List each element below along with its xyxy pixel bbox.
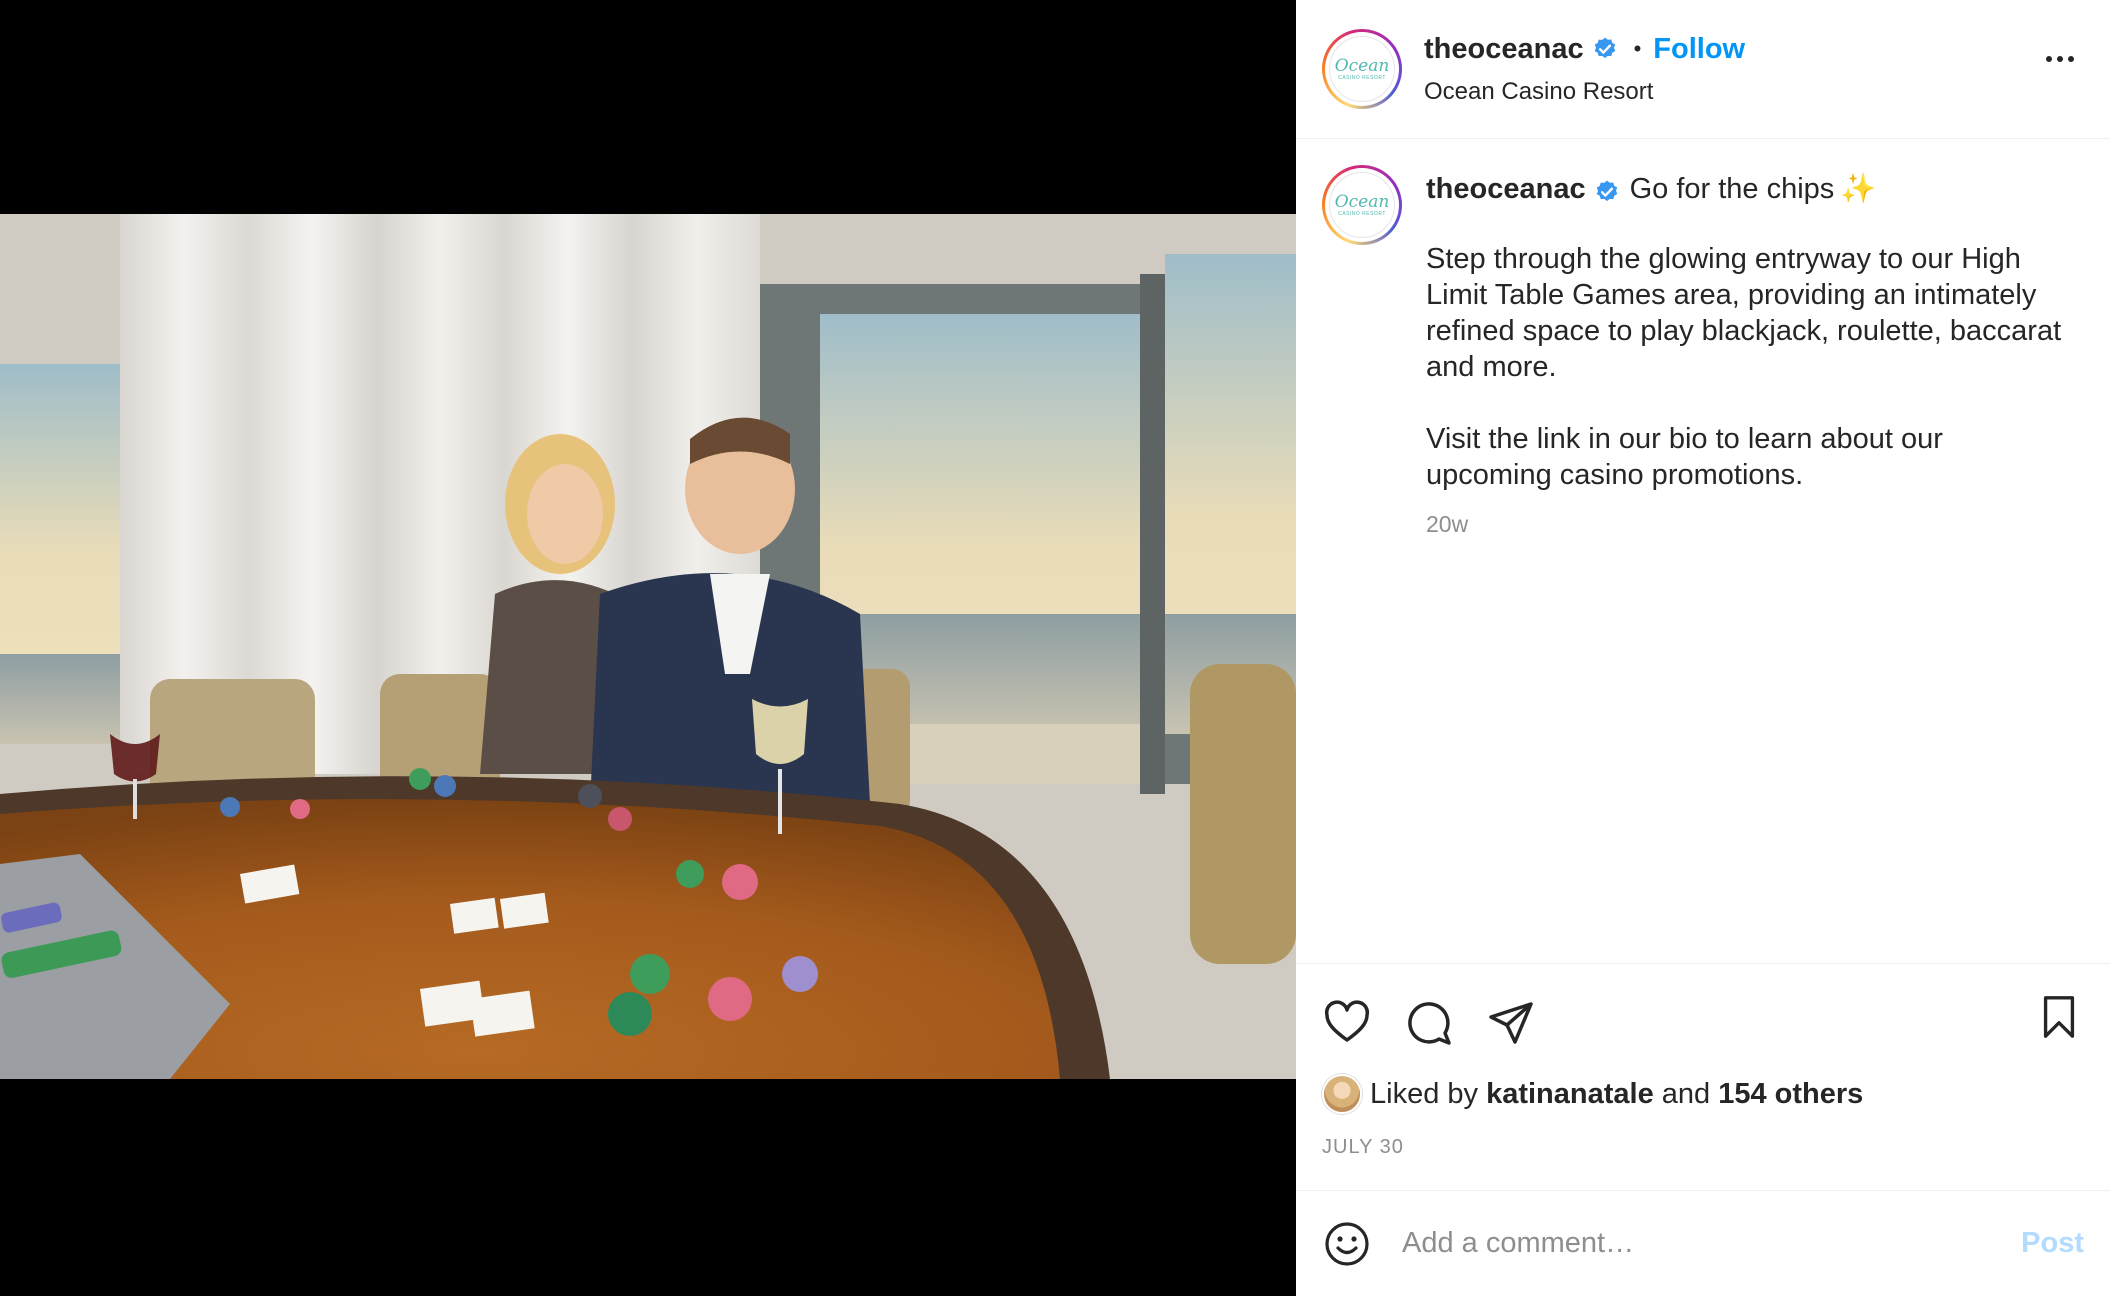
sparkle-emoji: ✨: [1840, 173, 1877, 205]
more-options-icon[interactable]: [2046, 56, 2074, 62]
ocean-logo: Ocean CASINO RESORT: [1329, 172, 1395, 238]
likes-prefix: Liked by: [1370, 1077, 1479, 1110]
post-media-area: [0, 0, 1296, 1296]
instagram-post-modal: Ocean CASINO RESORT theoceanac • Follow …: [0, 0, 2110, 1296]
post-header: Ocean CASINO RESORT theoceanac • Follow …: [1296, 0, 2110, 139]
logo-word: Ocean: [1334, 55, 1390, 76]
paper-plane-icon[interactable]: [1486, 998, 1536, 1048]
logo-word: Ocean: [1334, 191, 1390, 212]
comment-bubble-icon[interactable]: [1404, 998, 1454, 1048]
logo-subtitle: CASINO RESORT: [1338, 74, 1386, 81]
comment-input[interactable]: [1402, 1227, 2022, 1260]
liker-username[interactable]: katinanatale: [1486, 1078, 1654, 1111]
likes-others[interactable]: 154 others: [1718, 1078, 1863, 1111]
ocean-logo: Ocean CASINO RESORT: [1329, 36, 1395, 102]
separator-dot: •: [1633, 36, 1642, 61]
verified-badge-icon: [1594, 176, 1620, 202]
bookmark-icon[interactable]: [2034, 992, 2084, 1042]
caption-paragraph: Step through the glowing entryway to our…: [1426, 243, 2062, 383]
header-username[interactable]: theoceanac: [1424, 33, 1584, 66]
caption-body: theoceanac Go for the chips ✨ Step throu…: [1426, 169, 2066, 963]
action-bar: [1322, 964, 2084, 1068]
comment-bar: Post: [1296, 1190, 2110, 1296]
caption-paragraph: Visit the link in our bio to learn about…: [1426, 423, 1943, 491]
caption-avatar[interactable]: Ocean CASINO RESORT: [1322, 165, 1402, 245]
post-date[interactable]: JULY 30: [1322, 1136, 2084, 1159]
verified-badge-icon: [1592, 36, 1618, 62]
logo-subtitle: CASINO RESORT: [1338, 210, 1386, 217]
caption-section: Ocean CASINO RESORT theoceanac Go for th…: [1296, 139, 2110, 963]
caption-username[interactable]: theoceanac: [1426, 169, 1586, 209]
smiley-icon[interactable]: [1322, 1219, 1372, 1269]
casino-photo-illustration: [0, 214, 1296, 1079]
liker-avatar[interactable]: [1322, 1074, 1362, 1114]
engagement-section: Liked by katinanatale and 154 others JUL…: [1296, 963, 2110, 1190]
caption-title: Go for the chips: [1629, 173, 1835, 205]
location-link[interactable]: Ocean Casino Resort: [1424, 78, 1745, 106]
post-side-panel: Ocean CASINO RESORT theoceanac • Follow …: [1296, 0, 2110, 1296]
post-age[interactable]: 20w: [1426, 511, 2066, 538]
likes-conjunction: and: [1661, 1077, 1711, 1110]
post-comment-button[interactable]: Post: [2021, 1227, 2084, 1260]
follow-button[interactable]: Follow: [1653, 33, 1745, 66]
post-photo[interactable]: [0, 214, 1296, 1079]
likes-summary: Liked by katinanatale and 154 others: [1322, 1074, 2084, 1114]
profile-avatar[interactable]: Ocean CASINO RESORT: [1322, 29, 1402, 109]
heart-icon[interactable]: [1322, 998, 1372, 1048]
